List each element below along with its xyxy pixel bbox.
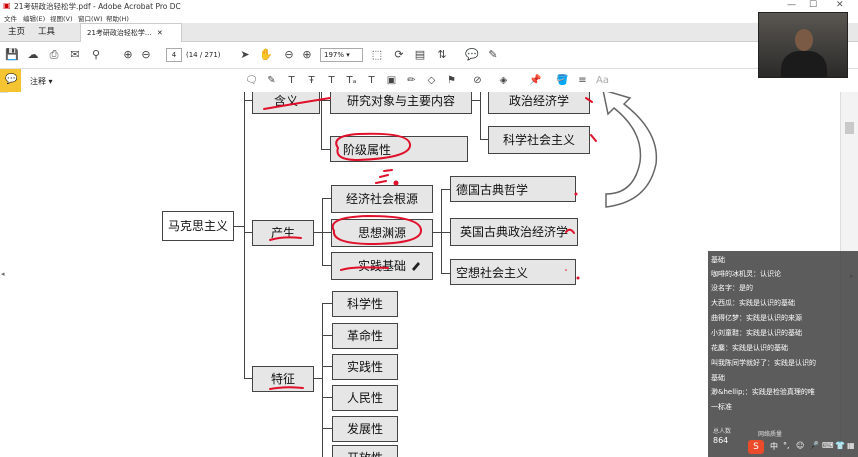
chat-message: 一标准: [711, 403, 732, 411]
viewers-label: 总人数: [713, 428, 732, 435]
menu-edit[interactable]: 编辑(E): [23, 13, 45, 23]
tab-close-icon[interactable]: ✕: [157, 29, 163, 37]
ime-chinese-icon[interactable]: 中: [770, 441, 778, 452]
maximize-icon[interactable]: ☐: [809, 0, 817, 10]
read-mode-icon[interactable]: ⇅: [434, 47, 450, 63]
minimize-icon[interactable]: —: [787, 0, 796, 10]
email-icon[interactable]: ✉: [67, 47, 83, 63]
ime-voice-icon[interactable]: 🎤: [809, 441, 819, 450]
ime-emoji-icon[interactable]: ☺: [796, 441, 804, 450]
zoom-select[interactable]: 197% ▾: [320, 48, 363, 62]
eraser-icon[interactable]: ◇: [424, 73, 439, 88]
chat-message: 基础: [711, 256, 725, 264]
menu-bar: 文件 编辑(E) 视图(V) 窗口(W) 帮助(H): [0, 13, 858, 23]
hand-tool-icon[interactable]: ✋: [258, 47, 274, 63]
scrollbar-thumb[interactable]: [845, 122, 854, 134]
print-icon[interactable]: ⎙: [46, 47, 62, 63]
select-arrow-icon[interactable]: ➤: [237, 47, 253, 63]
tab-home[interactable]: 主页: [2, 23, 31, 41]
chat-message: 叫我陈同学就好了：实践是认识的: [711, 359, 816, 367]
acrobat-icon: ▣: [3, 1, 11, 10]
underline-text-icon[interactable]: T: [284, 73, 299, 88]
main-toolbar: 💾 ☁ ⎙ ✉ ⚲ ⊕ ⊖ 4 (14 / 271) ➤ ✋ ⊖ ⊕ 197% …: [0, 42, 858, 69]
chat-message: 曲得亿梦：实践是认识的来源: [711, 314, 802, 322]
page-down-icon[interactable]: ⊖: [138, 47, 154, 63]
rotate-icon[interactable]: ⟳: [391, 47, 407, 63]
chat-message: 花麋：实践是认识的基础: [711, 344, 788, 352]
comment-icon[interactable]: 💬: [464, 47, 480, 63]
pen-icon[interactable]: ✎: [485, 47, 501, 63]
page-number-input[interactable]: 4: [166, 48, 182, 62]
chat-message: 渺&hellip;：实践是检验真理的唯: [711, 388, 815, 396]
zoom-in-icon[interactable]: ⊕: [299, 47, 315, 63]
presenter-face: [795, 29, 813, 51]
font-size-icon[interactable]: Aa: [595, 73, 610, 88]
cloud-upload-icon[interactable]: ☁: [25, 47, 41, 63]
menu-help[interactable]: 帮助(H): [106, 13, 129, 23]
comment-label[interactable]: 注释 ▾: [30, 76, 53, 87]
live-chat-panel: 基础 咖啡的冰机灵：认识论 没名字：是的 大西瓜：实践是认识的基础 曲得亿梦：实…: [708, 251, 858, 457]
fit-page-icon[interactable]: ⬚: [369, 47, 385, 63]
attach-icon[interactable]: ⊘: [470, 73, 485, 88]
replace-text-icon[interactable]: T: [324, 73, 339, 88]
scroll-mode-icon[interactable]: ▤: [412, 47, 428, 63]
page-count: (14 / 271): [186, 51, 221, 59]
ime-menu-icon[interactable]: ▦: [847, 441, 855, 450]
menu-file[interactable]: 文件: [4, 13, 17, 23]
window-title: 21考研政治轻松学.pdf - Adobe Acrobat Pro DC: [14, 2, 181, 11]
shapes-icon[interactable]: ◈: [496, 73, 511, 88]
network-quality-label: 网络质量: [758, 431, 783, 438]
zoom-value: 197%: [324, 51, 345, 59]
title-bar: ▣ 21考研政治轻松学.pdf - Adobe Acrobat Pro DC —…: [0, 0, 858, 13]
chat-message: 没名字：是的: [711, 284, 753, 292]
text-box-icon[interactable]: ▣: [384, 73, 399, 88]
insert-text-icon[interactable]: Tₐ: [344, 73, 359, 88]
draw-pencil-icon[interactable]: ✏: [404, 73, 419, 88]
chat-message: 小刘童鞋：实践是认识的基础: [711, 329, 802, 337]
sticky-note-icon[interactable]: 🗨: [244, 73, 259, 88]
page-up-icon[interactable]: ⊕: [120, 47, 136, 63]
chat-message: 基础: [711, 374, 725, 382]
close-icon[interactable]: ✕: [836, 0, 844, 10]
tab-tools[interactable]: 工具: [32, 23, 61, 41]
chat-message: 大西瓜：实践是认识的基础: [711, 299, 795, 307]
tab-document[interactable]: 21考研政治轻松学... ✕: [80, 23, 182, 42]
chat-message: 咖啡的冰机灵：认识论: [711, 270, 781, 278]
menu-window[interactable]: 窗口(W): [78, 13, 103, 23]
viewer-count: 864: [713, 436, 729, 445]
line-width-icon[interactable]: ≡: [575, 73, 590, 88]
sogou-ime-icon[interactable]: S: [748, 440, 764, 454]
text-comment-icon[interactable]: T: [364, 73, 379, 88]
comment-tool-icon[interactable]: 💬: [0, 69, 21, 92]
strikethrough-icon[interactable]: Ŧ: [304, 73, 319, 88]
ime-skin-icon[interactable]: 👕: [835, 441, 845, 450]
pin-icon[interactable]: 📌: [528, 73, 543, 88]
left-panel-toggle-icon[interactable]: ◂: [1, 270, 5, 278]
highlight-icon[interactable]: ✎: [264, 73, 279, 88]
search-icon[interactable]: ⚲: [88, 47, 104, 63]
fill-color-icon[interactable]: 🪣: [555, 73, 570, 88]
ime-keyboard-icon[interactable]: ⌨: [822, 441, 834, 450]
stamp-icon[interactable]: ⚑: [444, 73, 459, 88]
comment-toolbar: 💬 注释 ▾ 🗨 ✎ T Ŧ T Tₐ T ▣ ✏ ◇ ⚑ ⊘ ◈ 📌 🪣 ≡ …: [0, 69, 858, 93]
tab-bar: 主页 工具 21考研政治轻松学... ✕: [0, 23, 858, 42]
zoom-out-icon[interactable]: ⊖: [281, 47, 297, 63]
save-icon[interactable]: 💾: [4, 47, 20, 63]
menu-view[interactable]: 视图(V): [50, 13, 73, 23]
ime-punctuation-icon[interactable]: °,: [783, 441, 790, 450]
tab-document-label: 21考研政治轻松学...: [87, 29, 152, 37]
presenter-body: [781, 51, 827, 77]
webcam-overlay: [758, 12, 848, 78]
